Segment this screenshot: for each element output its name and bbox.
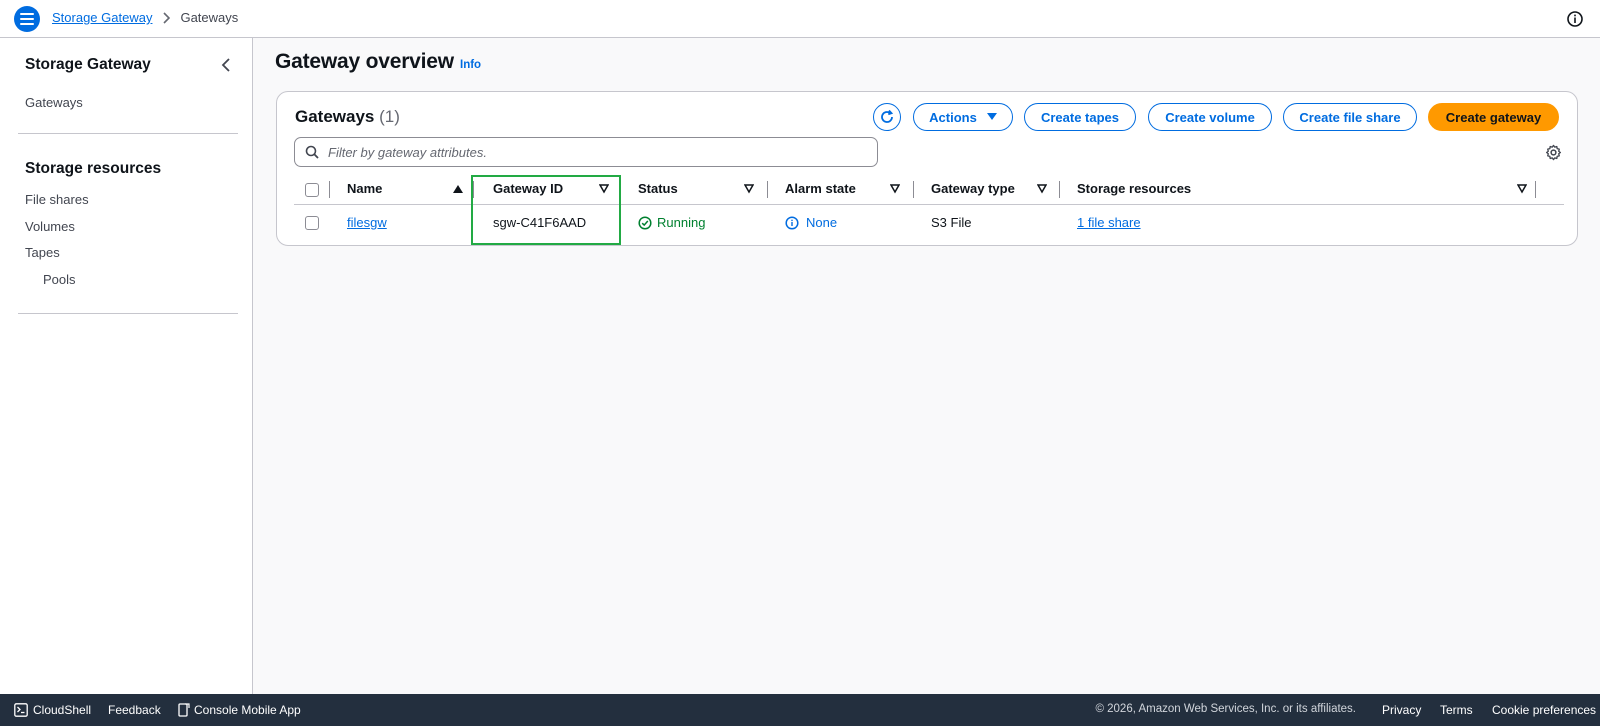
terms-link[interactable]: Terms (1440, 703, 1473, 717)
cloudshell-label: CloudShell (33, 703, 92, 717)
card-title: Gateways (1) (295, 107, 400, 127)
breadcrumb-storage-gateway[interactable]: Storage Gateway (52, 10, 152, 25)
gateway-type-cell: S3 File (931, 215, 972, 230)
column-divider (913, 181, 914, 198)
gateway-count: (1) (379, 107, 400, 126)
actions-label: Actions (929, 109, 977, 125)
status-cell: Running (638, 215, 705, 230)
refresh-button[interactable] (873, 103, 901, 131)
column-header-name[interactable]: Name (347, 181, 382, 196)
status-text: Running (657, 215, 706, 230)
create-tapes-button[interactable]: Create tapes (1024, 103, 1136, 131)
chevron-left-icon[interactable] (218, 56, 236, 74)
sidebar-item-volumes[interactable]: Volumes (25, 219, 75, 234)
column-divider (767, 181, 768, 198)
sidebar-title: Storage Gateway (25, 56, 151, 73)
info-link[interactable]: Info (460, 59, 481, 71)
storage-resources-link[interactable]: 1 file share (1077, 215, 1141, 230)
column-header-alarm-state[interactable]: Alarm state (785, 181, 856, 196)
sidebar: Storage Gateway Gateways Storage resourc… (0, 38, 253, 694)
create-volume-button[interactable]: Create volume (1148, 103, 1272, 131)
mobile-app-icon (178, 703, 190, 717)
page-title: Gateway overview (275, 50, 454, 73)
alarm-state-text: None (806, 215, 838, 230)
column-header-storage-resources[interactable]: Storage resources (1077, 181, 1191, 196)
sort-descending-icon[interactable] (599, 184, 609, 194)
feedback-link[interactable]: Feedback (108, 703, 161, 717)
gateway-id-cell: sgw-C41F6AAD (493, 215, 587, 230)
sidebar-item-gateways[interactable]: Gateways (25, 95, 83, 110)
main-content: Gateway overview Info Gateways (1) Actio… (253, 38, 1600, 694)
gear-icon[interactable] (1545, 144, 1562, 161)
top-bar: Storage Gateway Gateways (0, 0, 1600, 38)
breadcrumb: Storage Gateway Gateways (52, 10, 238, 25)
filter-input[interactable] (328, 144, 868, 160)
column-header-gateway-id[interactable]: Gateway ID (493, 181, 563, 196)
create-file-share-button[interactable]: Create file share (1283, 103, 1417, 131)
sort-descending-icon[interactable] (1517, 184, 1527, 194)
info-icon[interactable] (1566, 10, 1584, 28)
sort-ascending-icon[interactable] (453, 184, 463, 194)
footer: CloudShell Feedback Console Mobile App ©… (0, 694, 1600, 726)
card-title-text: Gateways (295, 107, 375, 126)
check-circle-icon (638, 215, 652, 230)
filter-box[interactable] (294, 137, 878, 167)
breadcrumb-gateways: Gateways (180, 10, 239, 25)
sidebar-item-tapes[interactable]: Tapes (25, 245, 60, 260)
sidebar-item-pools[interactable]: Pools (43, 272, 76, 287)
column-divider (1535, 181, 1536, 198)
sidebar-section-storage-resources: Storage resources (25, 160, 162, 177)
sort-descending-icon[interactable] (744, 184, 754, 194)
row-select-checkbox[interactable] (305, 216, 319, 230)
hamburger-icon (20, 13, 34, 25)
table-header-divider (294, 204, 1564, 205)
console-mobile-app-link[interactable]: Console Mobile App (178, 703, 301, 717)
copyright-text: © 2026, Amazon Web Services, Inc. or its… (1095, 703, 1356, 715)
refresh-icon (881, 109, 894, 123)
search-icon (305, 145, 319, 159)
sort-descending-icon[interactable] (1037, 184, 1047, 194)
sidebar-divider (18, 313, 238, 314)
column-divider (1059, 181, 1060, 198)
sidebar-divider (18, 133, 238, 134)
cloudshell-button[interactable]: CloudShell (14, 703, 91, 717)
sidebar-item-file-shares[interactable]: File shares (25, 192, 89, 207)
create-gateway-button[interactable]: Create gateway (1428, 103, 1559, 131)
info-circle-icon (785, 215, 799, 230)
cookie-preferences-link[interactable]: Cookie preferences (1492, 703, 1596, 717)
sort-descending-icon[interactable] (890, 184, 900, 194)
terminal-icon (14, 703, 28, 717)
chevron-right-icon (162, 11, 171, 24)
gateways-card: Gateways (1) Actions Create tapes Create… (276, 91, 1578, 246)
select-all-checkbox[interactable] (305, 183, 319, 197)
console-mobile-app-label: Console Mobile App (194, 703, 301, 717)
gateway-name-link[interactable]: filesgw (347, 215, 387, 230)
caret-down-icon (986, 113, 997, 120)
column-header-gateway-type[interactable]: Gateway type (931, 181, 1015, 196)
alarm-state-cell: None (785, 215, 837, 230)
column-header-status[interactable]: Status (638, 181, 678, 196)
menu-button[interactable] (14, 6, 40, 32)
column-divider (473, 181, 474, 198)
actions-button[interactable]: Actions (913, 103, 1013, 131)
column-divider (329, 181, 330, 198)
privacy-link[interactable]: Privacy (1382, 703, 1421, 717)
